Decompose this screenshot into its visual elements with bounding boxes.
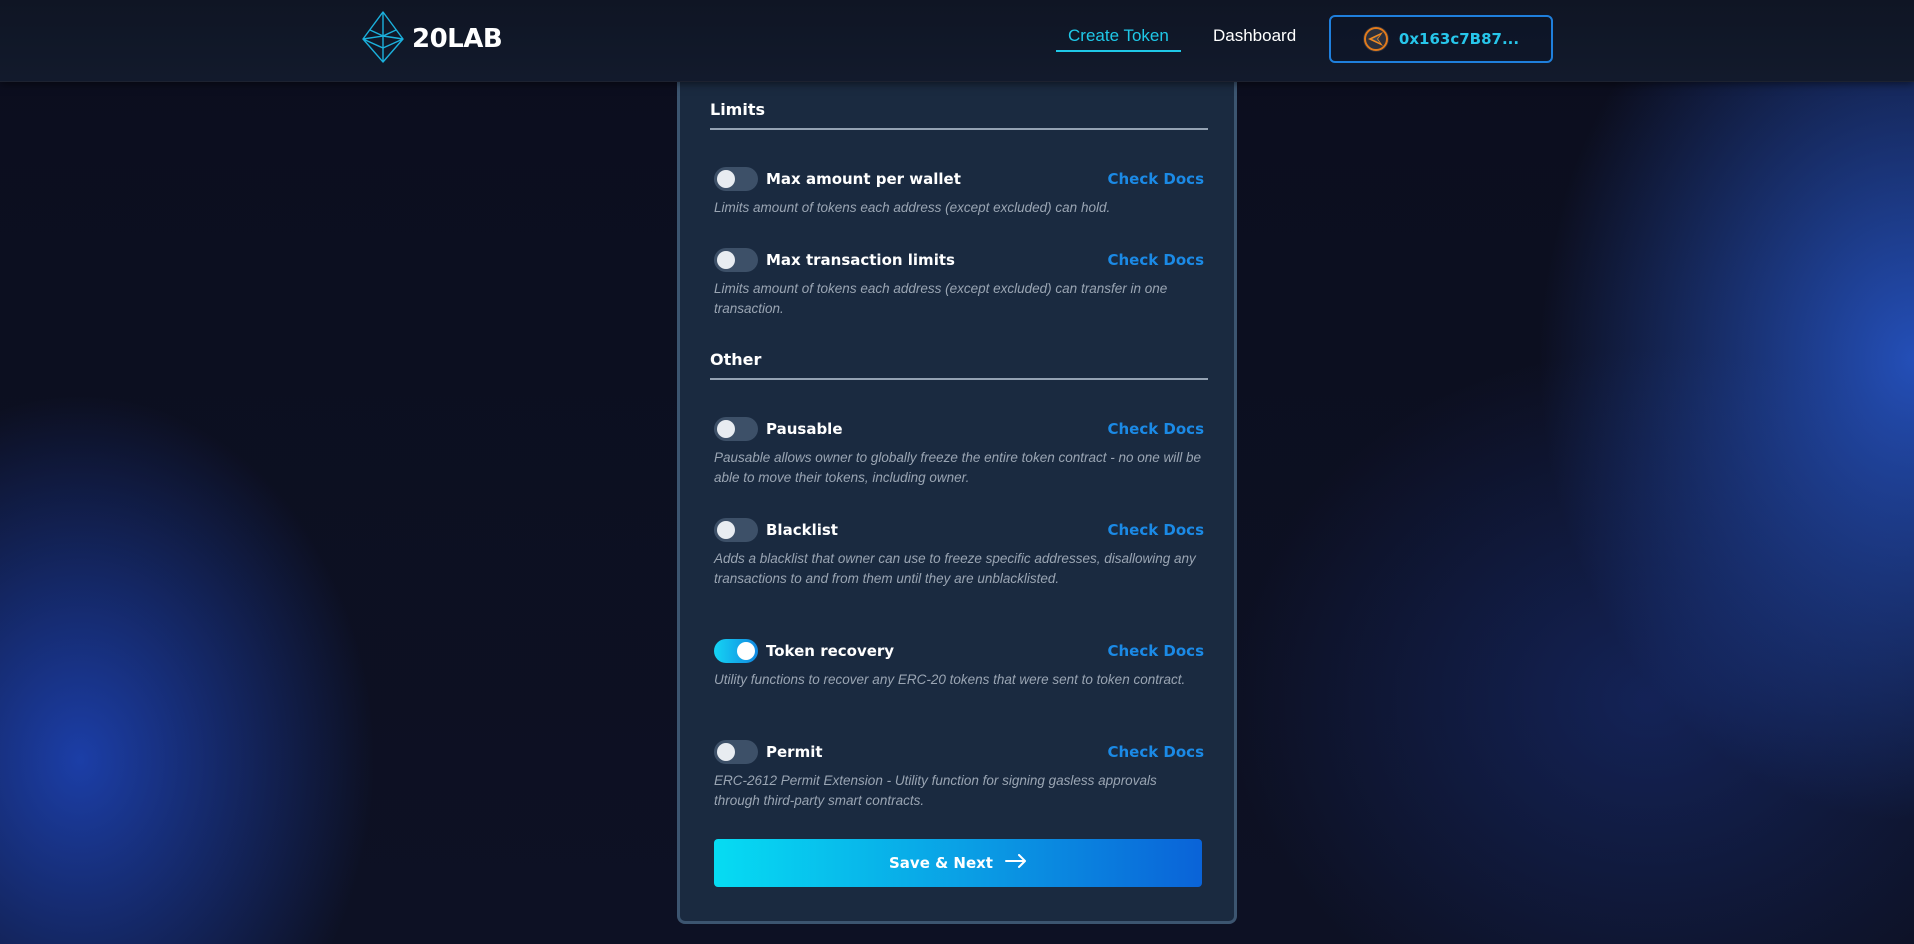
option-description: ERC-2612 Permit Extension - Utility func… bbox=[714, 773, 1157, 808]
token-options-card: Limits Max amount per wallet Check Docs … bbox=[677, 60, 1237, 924]
check-docs-link[interactable]: Check Docs bbox=[1107, 170, 1204, 188]
toggle-switch[interactable] bbox=[714, 518, 758, 542]
option-description: Utility functions to recover any ERC-20 … bbox=[714, 672, 1186, 687]
toggle-knob bbox=[717, 420, 735, 438]
check-docs-link[interactable]: Check Docs bbox=[1107, 251, 1204, 269]
toggle-knob bbox=[717, 743, 735, 761]
wallet-avatar-icon bbox=[1362, 26, 1389, 52]
save-next-label: Save & Next bbox=[889, 854, 993, 872]
option-permit: Permit Check Docs ERC-2612 Permit Extens… bbox=[714, 739, 1204, 811]
option-blacklist: Blacklist Check Docs Adds a blacklist th… bbox=[714, 517, 1204, 589]
check-docs-link[interactable]: Check Docs bbox=[1107, 521, 1204, 539]
option-max-transaction-limits: Max transaction limits Check Docs Limits… bbox=[714, 247, 1204, 319]
diamond-logo-icon bbox=[360, 10, 406, 68]
toggle-switch[interactable] bbox=[714, 740, 758, 764]
check-docs-link[interactable]: Check Docs bbox=[1107, 743, 1204, 761]
option-max-amount-per-wallet: Max amount per wallet Check Docs Limits … bbox=[714, 166, 1204, 218]
check-docs-link[interactable]: Check Docs bbox=[1107, 420, 1204, 438]
wallet-button[interactable]: 0x163c7B87... bbox=[1329, 15, 1553, 63]
option-pausable: Pausable Check Docs Pausable allows owne… bbox=[714, 416, 1204, 488]
logo-text: 20LAB bbox=[412, 24, 503, 54]
section-title-limits: Limits bbox=[710, 100, 1208, 130]
nav-dashboard[interactable]: Dashboard bbox=[1213, 26, 1296, 52]
option-token-recovery: Token recovery Check Docs Utility functi… bbox=[714, 638, 1204, 690]
toggle-switch[interactable] bbox=[714, 248, 758, 272]
option-description: Pausable allows owner to globally freeze… bbox=[714, 450, 1202, 485]
toggle-knob bbox=[737, 642, 755, 660]
save-next-button[interactable]: Save & Next bbox=[714, 839, 1202, 887]
option-description: Adds a blacklist that owner can use to f… bbox=[714, 551, 1196, 586]
toggle-knob bbox=[717, 170, 735, 188]
option-description: Limits amount of tokens each address (ex… bbox=[714, 200, 1111, 215]
toggle-switch[interactable] bbox=[714, 167, 758, 191]
check-docs-link[interactable]: Check Docs bbox=[1107, 642, 1204, 660]
toggle-knob bbox=[717, 251, 735, 269]
option-label: Permit bbox=[766, 743, 823, 761]
arrow-right-icon bbox=[1004, 854, 1027, 872]
option-label: Pausable bbox=[766, 420, 843, 438]
toggle-switch[interactable] bbox=[714, 417, 758, 441]
toggle-switch[interactable] bbox=[714, 639, 758, 663]
nav-create-token[interactable]: Create Token bbox=[1056, 26, 1181, 52]
toggle-knob bbox=[717, 521, 735, 539]
option-label: Token recovery bbox=[766, 642, 895, 660]
option-label: Max amount per wallet bbox=[766, 170, 961, 188]
option-label: Blacklist bbox=[766, 521, 838, 539]
top-navbar: 20LAB Create Token Dashboard 0x163c7B87.… bbox=[0, 0, 1914, 82]
option-description: Limits amount of tokens each address (ex… bbox=[714, 281, 1168, 316]
wallet-address: 0x163c7B87... bbox=[1398, 30, 1520, 48]
logo[interactable]: 20LAB bbox=[360, 10, 503, 68]
section-title-other: Other bbox=[710, 350, 1208, 380]
option-label: Max transaction limits bbox=[766, 251, 955, 269]
